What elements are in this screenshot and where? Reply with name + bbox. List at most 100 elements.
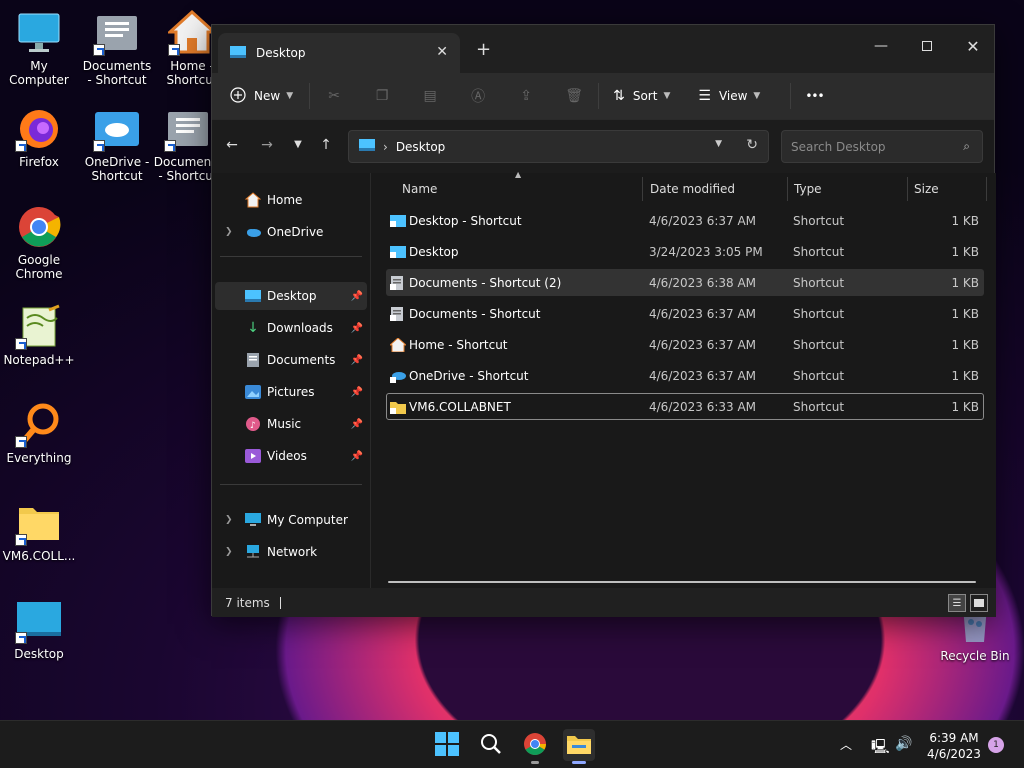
network-tray-icon[interactable]: 🖳 [871,736,890,760]
address-dropdown-icon[interactable]: ▼ [715,139,722,149]
pin-icon[interactable]: 📌 [351,451,363,462]
table-row[interactable]: Documents - Shortcut 4/6/2023 6:37 AM Sh… [386,300,984,327]
desktop-icon-vm6-collabnet[interactable]: VM6.COLL... [1,500,77,563]
taskbar: ︿ 🖳 🔊 6:39 AM 4/6/2023 1 [0,720,1024,768]
table-row[interactable]: VM6.COLLABNET 4/6/2023 6:33 AM Shortcut … [386,393,984,420]
clock[interactable]: 6:39 AM 4/6/2023 [920,730,988,762]
minimize-button[interactable]: — [858,31,904,61]
back-arrow-icon[interactable]: ← [222,137,242,153]
nav-item-pictures[interactable]: Pictures 📌 [215,378,367,406]
up-arrow-icon[interactable]: ↑ [316,137,336,153]
large-icons-view-button[interactable] [970,594,988,612]
notification-badge[interactable]: 1 [988,737,1004,753]
forward-arrow-icon[interactable]: → [257,137,277,153]
cut-icon[interactable]: ✂ [324,86,344,106]
desktop-icon-my-computer[interactable]: My Computer [1,10,77,87]
nav-item-onedrive[interactable]: ❯ OneDrive [215,218,367,246]
file-type: Shortcut [793,276,845,290]
expand-chevron-icon[interactable]: ❯ [225,515,233,525]
new-button[interactable]: New ▼ [230,86,293,106]
desktop-icon-google-chrome[interactable]: Google Chrome [1,204,77,281]
column-divider[interactable] [642,177,643,201]
nav-divider [220,484,362,485]
volume-icon[interactable]: 🔊 [895,736,912,752]
file-size: 1 KB [951,214,979,228]
expand-chevron-icon[interactable]: ❯ [225,547,233,557]
share-icon[interactable]: ⇪ [516,86,536,106]
tab-desktop[interactable]: Desktop ✕ [218,33,460,73]
pin-icon[interactable]: 📌 [351,419,363,430]
file-type: Shortcut [793,369,845,383]
search-box[interactable]: Search Desktop ⌕ [781,130,983,163]
taskbar-file-explorer[interactable] [563,729,595,764]
recent-locations-chevron-icon[interactable]: ▼ [288,139,308,150]
clock-time: 6:39 AM [929,731,979,745]
paste-icon[interactable]: ▤ [420,86,440,106]
nav-item-my-computer[interactable]: ❯ My Computer [215,506,367,534]
desktop-icon-onedrive-shortcut[interactable]: OneDrive - Shortcut [79,106,155,183]
column-header-name[interactable]: Name [402,182,437,196]
close-window-button[interactable]: ✕ [950,31,996,61]
file-name: Desktop [409,245,459,259]
column-divider[interactable] [787,177,788,201]
sort-button-label: Sort [632,89,658,103]
new-tab-button[interactable]: + [476,39,491,60]
search-button[interactable] [475,729,507,761]
nav-item-desktop[interactable]: Desktop 📌 [215,282,367,310]
close-tab-icon[interactable]: ✕ [436,44,448,60]
view-button[interactable]: ☰ View ▼ [698,88,760,104]
nav-item-documents[interactable]: Documents 📌 [215,346,367,374]
table-row[interactable]: Home - Shortcut 4/6/2023 6:37 AM Shortcu… [386,331,984,358]
search-placeholder: Search Desktop [791,139,886,154]
home-icon [245,192,261,208]
start-button[interactable] [431,729,463,761]
title-bar[interactable]: Desktop ✕ + — ✕ [212,25,994,73]
pin-icon[interactable]: 📌 [351,387,363,398]
table-row[interactable]: Documents - Shortcut (2) 4/6/2023 6:38 A… [386,269,984,296]
rename-icon[interactable]: Ⓐ [468,86,488,106]
delete-icon[interactable]: 🗑 [564,86,584,106]
column-divider[interactable] [986,177,987,201]
pin-icon[interactable]: 📌 [351,291,363,302]
refresh-icon[interactable]: ↻ [746,137,758,153]
nav-item-downloads[interactable]: ↓ Downloads 📌 [215,314,367,342]
desktop-icon-label: Desktop [14,647,64,661]
desktop-icon-notepadpp[interactable]: Notepad++ [1,304,77,367]
table-row[interactable]: Desktop 3/24/2023 3:05 PM Shortcut 1 KB [386,238,984,265]
column-header-type[interactable]: Type [794,182,822,196]
desktop-folder-icon [245,288,261,304]
more-options-button[interactable]: ••• [805,89,824,103]
documents-shortcut-icon [390,307,406,321]
expand-chevron-icon[interactable]: ❯ [225,227,233,237]
column-divider[interactable] [907,177,908,201]
nav-item-network[interactable]: ❯ Network [215,538,367,566]
address-row: ← → ▼ ↑ › Desktop ▼ ↻ Search Desktop ⌕ [212,119,994,173]
desktop-icon-desktop[interactable]: Desktop [1,598,77,661]
table-row[interactable]: Desktop - Shortcut 4/6/2023 6:37 AM Shor… [386,207,984,234]
breadcrumb-desktop[interactable]: Desktop [396,140,446,154]
pin-icon[interactable]: 📌 [351,355,363,366]
pin-icon[interactable]: 📌 [351,323,363,334]
nav-item-music[interactable]: ♪ Music 📌 [215,410,367,438]
nav-item-videos[interactable]: Videos 📌 [215,442,367,470]
nav-item-label: Network [267,545,318,559]
desktop-icon-label: Firefox [19,155,59,169]
address-bar[interactable]: › Desktop ▼ ↻ [348,130,769,163]
explorer-body: Home ❯ OneDrive Desktop 📌 ↓ Downloads 📌 … [212,170,996,588]
horizontal-scrollbar[interactable] [388,581,976,583]
taskbar-chrome[interactable] [519,729,551,764]
desktop-icon-documents-shortcut[interactable]: Documents - Shortcut [79,10,155,87]
desktop-icon-firefox[interactable]: Firefox [1,106,77,169]
column-header-date[interactable]: Date modified [650,182,735,196]
sort-button[interactable]: ⇅ Sort ▼ [613,88,670,104]
show-hidden-icons-chevron-icon[interactable]: ︿ [840,736,852,753]
column-header-size[interactable]: Size [914,182,939,196]
table-row[interactable]: OneDrive - Shortcut 4/6/2023 6:37 AM Sho… [386,362,984,389]
maximize-button[interactable] [904,31,950,61]
details-view-button[interactable]: ☰ [948,594,966,612]
network-icon [245,544,261,560]
copy-icon[interactable]: ❐ [372,86,392,106]
pane-splitter[interactable] [370,173,371,588]
desktop-icon-everything[interactable]: Everything [1,402,77,465]
nav-item-home[interactable]: Home [215,186,367,214]
